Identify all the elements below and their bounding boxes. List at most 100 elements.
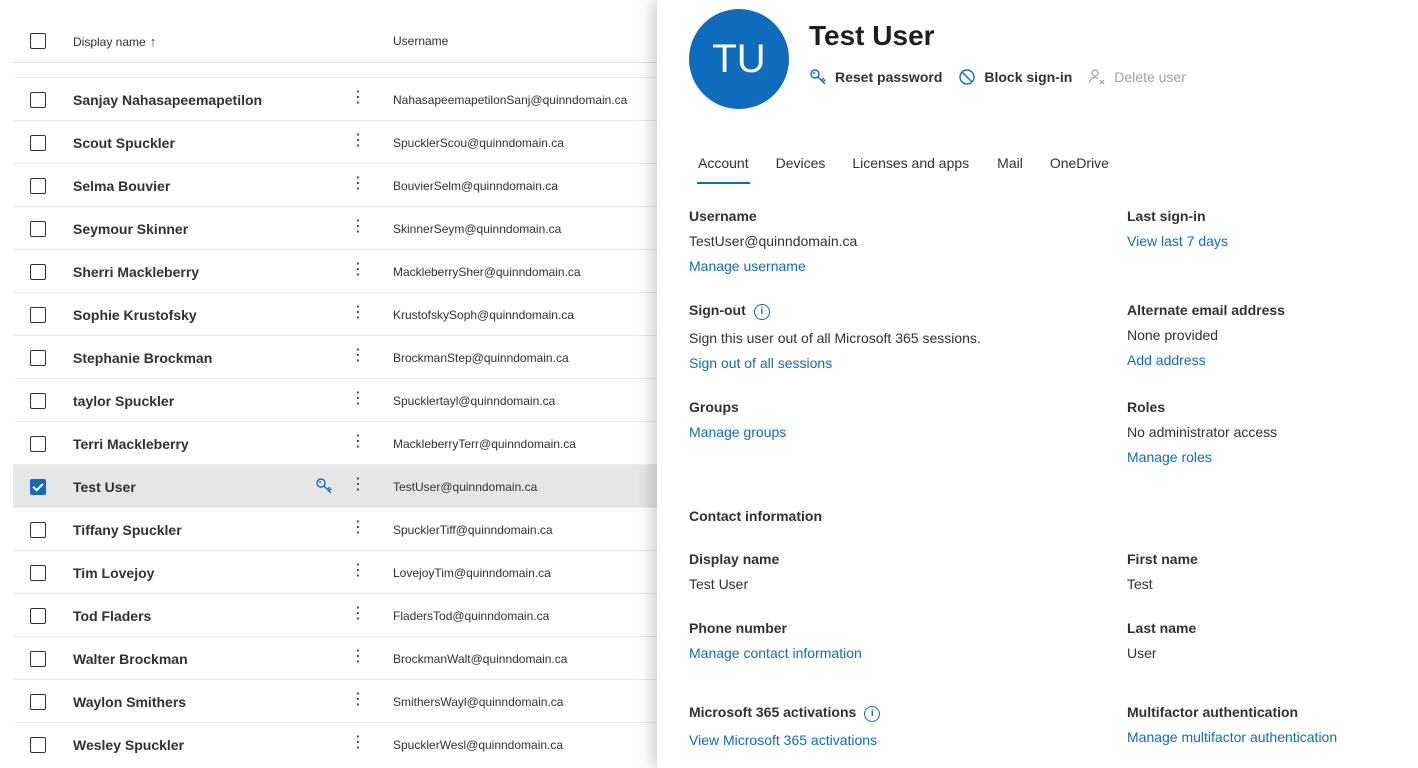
tab-devices[interactable]: Devices: [776, 155, 826, 184]
info-icon[interactable]: i: [753, 304, 770, 320]
user-display-name[interactable]: Wesley Spuckler: [73, 737, 184, 753]
last-name-value: User: [1127, 645, 1157, 661]
row-checkbox[interactable]: [30, 522, 46, 538]
user-username: MackleberryTerr@quinndomain.ca: [393, 437, 576, 451]
table-row[interactable]: Tim Lovejoy ⋮ LovejoyTim@quinndomain.ca: [13, 550, 657, 593]
row-checkbox[interactable]: [30, 436, 46, 452]
reset-password-button[interactable]: Reset password: [809, 68, 942, 86]
row-checkbox[interactable]: [30, 178, 46, 194]
table-row[interactable]: Waylon Smithers ⋮ SmithersWayl@quinndomain…: [13, 679, 657, 722]
row-checkbox-checked[interactable]: [30, 479, 46, 495]
more-options-icon[interactable]: ⋮: [350, 475, 366, 495]
table-row[interactable]: Stephanie Brockman ⋮ BrockmanStep@quinndom…: [13, 335, 657, 378]
row-checkbox[interactable]: [30, 350, 46, 366]
tab-mail[interactable]: Mail: [997, 155, 1023, 184]
add-address-link[interactable]: Add address: [1127, 352, 1206, 368]
user-display-name[interactable]: Waylon Smithers: [73, 694, 186, 710]
user-display-name[interactable]: Sophie Krustofsky: [73, 307, 197, 323]
view-activations-link[interactable]: View Microsoft 365 activations: [689, 732, 877, 748]
column-header-username[interactable]: Username: [393, 34, 448, 48]
username-label: Username: [689, 208, 757, 224]
more-options-icon[interactable]: ⋮: [350, 690, 366, 710]
user-display-name[interactable]: Tiffany Spuckler: [73, 522, 182, 538]
row-checkbox[interactable]: [30, 608, 46, 624]
user-display-name[interactable]: Test User: [73, 479, 136, 495]
tab-onedrive[interactable]: OneDrive: [1050, 155, 1109, 184]
table-row[interactable]: Tiffany Spuckler ⋮ SpucklerTiff@quinndomai…: [13, 507, 657, 550]
table-row[interactable]: Seymour Skinner ⋮ SkinnerSeym@quinndomain.…: [13, 206, 657, 249]
more-options-icon[interactable]: ⋮: [350, 518, 366, 538]
more-options-icon[interactable]: ⋮: [350, 88, 366, 108]
column-header-label: Display name: [73, 35, 146, 49]
user-username: NahasapeemapetilonSanj@quinndomain.ca: [393, 93, 628, 107]
row-checkbox[interactable]: [30, 651, 46, 667]
manage-roles-link[interactable]: Manage roles: [1127, 449, 1212, 465]
block-signin-button[interactable]: Block sign-in: [958, 68, 1072, 86]
more-options-icon[interactable]: ⋮: [350, 131, 366, 151]
row-checkbox[interactable]: [30, 135, 46, 151]
user-display-name[interactable]: Selma Bouvier: [73, 178, 170, 194]
user-display-name[interactable]: taylor Spuckler: [73, 393, 174, 409]
row-checkbox[interactable]: [30, 694, 46, 710]
user-display-name[interactable]: Seymour Skinner: [73, 221, 188, 237]
info-icon[interactable]: i: [864, 706, 881, 722]
sign-out-all-sessions-link[interactable]: Sign out of all sessions: [689, 355, 832, 371]
manage-username-link[interactable]: Manage username: [689, 258, 806, 274]
row-checkbox[interactable]: [30, 307, 46, 323]
user-rows: Sanjay Nahasapeemapetilon ⋮ Nahasapeemapet…: [13, 77, 657, 765]
user-display-name[interactable]: Sherri Mackleberry: [73, 264, 199, 280]
list-header: Display name ↑ Username: [13, 0, 657, 63]
more-options-icon[interactable]: ⋮: [350, 604, 366, 624]
more-options-icon[interactable]: ⋮: [350, 561, 366, 581]
more-options-icon[interactable]: ⋮: [350, 389, 366, 409]
column-header-display-name[interactable]: Display name ↑: [73, 34, 156, 49]
table-row[interactable]: Walter Brockman ⋮ BrockmanWalt@quinndomain…: [13, 636, 657, 679]
user-display-name[interactable]: Tod Fladers: [73, 608, 151, 624]
table-row-selected[interactable]: Test User ⋮ TestUser@quinndomain.ca: [13, 464, 657, 507]
more-options-icon[interactable]: ⋮: [350, 647, 366, 667]
table-row[interactable]: taylor Spuckler ⋮ Spucklertayl@quinndomain…: [13, 378, 657, 421]
groups-label: Groups: [689, 399, 739, 415]
table-row[interactable]: Sophie Krustofsky ⋮ KrustofskySoph@quinndo…: [13, 292, 657, 335]
user-username: SpucklerWesl@quinndomain.ca: [393, 738, 564, 752]
more-options-icon[interactable]: ⋮: [350, 217, 366, 237]
table-row[interactable]: Selma Bouvier ⋮ BouvierSelm@quinndomain.ca: [13, 163, 657, 206]
user-display-name[interactable]: Terri Mackleberry: [73, 436, 189, 452]
user-display-name[interactable]: Stephanie Brockman: [73, 350, 212, 366]
table-row[interactable]: Wesley Spuckler ⋮ SpucklerWesl@quinndomain…: [13, 722, 657, 765]
table-row[interactable]: Terri Mackleberry ⋮ MackleberryTerr@quinnd…: [13, 421, 657, 464]
tab-licenses-and-apps[interactable]: Licenses and apps: [852, 155, 969, 184]
block-signin-label: Block sign-in: [984, 69, 1073, 85]
reset-password-key-icon[interactable]: [315, 477, 333, 495]
user-display-name[interactable]: Walter Brockman: [73, 651, 188, 667]
user-display-name[interactable]: Sanjay Nahasapeemapetilon: [73, 92, 262, 108]
last-name-label: Last name: [1127, 620, 1197, 636]
table-row[interactable]: Sanjay Nahasapeemapetilon ⋮ Nahasapeemapet…: [13, 77, 657, 120]
row-checkbox[interactable]: [30, 92, 46, 108]
more-options-icon[interactable]: ⋮: [350, 432, 366, 452]
more-options-icon[interactable]: ⋮: [350, 260, 366, 280]
table-row[interactable]: Scout Spuckler ⋮ SpucklerScou@quinndomain.…: [13, 120, 657, 163]
action-bar: Reset password Block sign-in Delete user: [809, 68, 1202, 86]
delete-user-button[interactable]: Delete user: [1088, 68, 1186, 86]
row-checkbox[interactable]: [30, 737, 46, 753]
tab-account[interactable]: Account: [697, 155, 750, 184]
select-all-checkbox[interactable]: [30, 33, 46, 49]
user-display-name[interactable]: Tim Lovejoy: [73, 565, 154, 581]
manage-contact-information-link[interactable]: Manage contact information: [689, 645, 862, 661]
view-last-7-days-link[interactable]: View last 7 days: [1127, 233, 1228, 249]
more-options-icon[interactable]: ⋮: [350, 733, 366, 753]
more-options-icon[interactable]: ⋮: [350, 303, 366, 323]
row-checkbox[interactable]: [30, 221, 46, 237]
manage-groups-link[interactable]: Manage groups: [689, 424, 786, 440]
row-checkbox[interactable]: [30, 393, 46, 409]
table-row[interactable]: Sherri Mackleberry ⋮ MackleberrySher@quinn…: [13, 249, 657, 292]
table-row[interactable]: Tod Fladers ⋮ FladersTod@quinndomain.ca: [13, 593, 657, 636]
more-options-icon[interactable]: ⋮: [350, 174, 366, 194]
row-checkbox[interactable]: [30, 264, 46, 280]
page-title: Test User: [809, 20, 935, 51]
manage-mfa-link[interactable]: Manage multifactor authentication: [1127, 729, 1337, 745]
user-display-name[interactable]: Scout Spuckler: [73, 135, 175, 151]
more-options-icon[interactable]: ⋮: [350, 346, 366, 366]
row-checkbox[interactable]: [30, 565, 46, 581]
